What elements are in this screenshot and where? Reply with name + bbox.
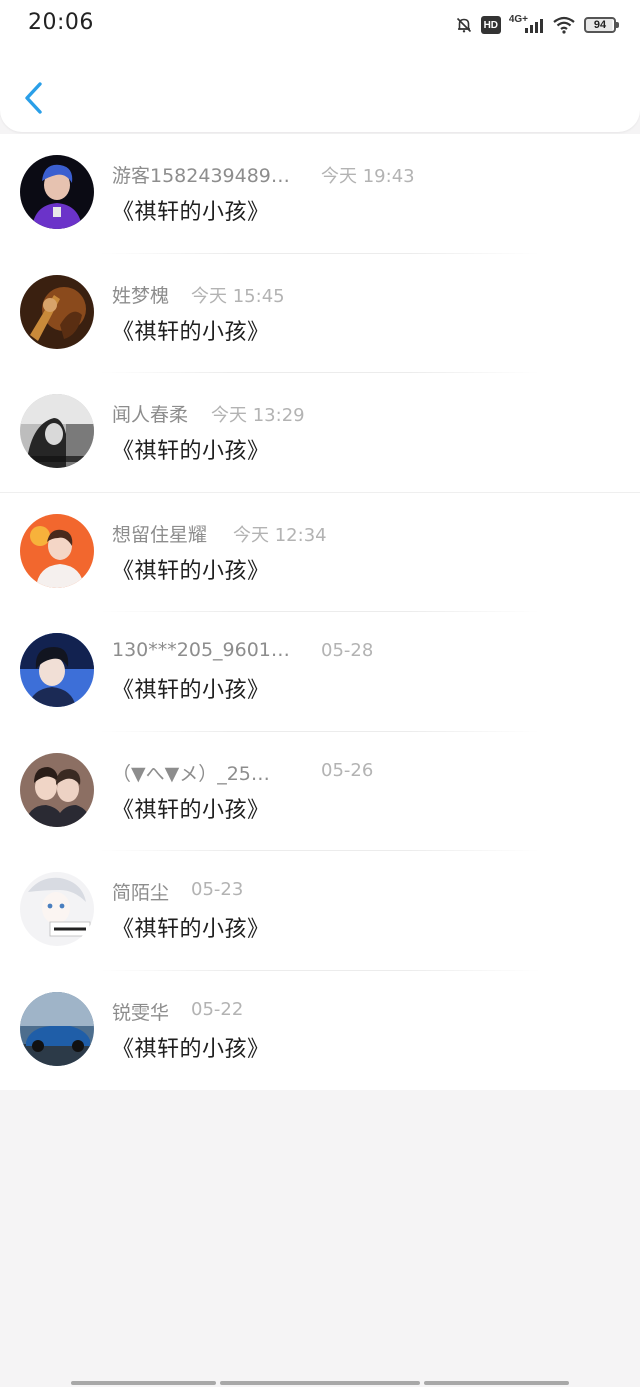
chevron-left-icon xyxy=(25,82,42,114)
list-item[interactable]: 锐雯华 05-22 《祺轩的小孩》 xyxy=(0,971,640,1091)
user-name: （▼へ▼メ）_25… xyxy=(112,762,270,785)
signal-icon: 4G+ xyxy=(508,13,544,33)
screen: 20:06 HD 4G+ 94 游客1582439489… 今天 19:43 《… xyxy=(0,0,640,1387)
back-button[interactable] xyxy=(18,78,54,118)
book-title: 《祺轩的小孩》 xyxy=(112,439,270,464)
book-title: 《祺轩的小孩》 xyxy=(112,558,270,584)
user-name: 游客1582439489… xyxy=(112,165,290,187)
list-item[interactable]: 姓梦槐 今天 15:45 《祺轩的小孩》 xyxy=(0,254,640,373)
avatar[interactable] xyxy=(20,872,94,946)
timestamp: 今天 15:45 xyxy=(191,285,285,307)
avatar[interactable] xyxy=(20,513,94,588)
timestamp: 今天 12:34 xyxy=(233,524,327,546)
timestamp: 今天 13:29 xyxy=(211,405,305,426)
list-item[interactable]: （▼へ▼メ）_25… 05-26 《祺轩的小孩》 xyxy=(0,732,640,851)
timestamp: 今天 19:43 xyxy=(321,166,415,187)
home-indicator xyxy=(71,1381,216,1385)
timestamp: 05-22 xyxy=(191,998,244,1020)
user-name: 锐雯华 xyxy=(112,1001,170,1024)
mute-bell-icon xyxy=(455,16,473,34)
book-title: 《祺轩的小孩》 xyxy=(112,678,270,703)
battery-icon: 94 xyxy=(584,17,619,33)
avatar[interactable] xyxy=(20,752,94,827)
book-title: 《祺轩的小孩》 xyxy=(112,917,270,942)
home-indicator xyxy=(424,1381,569,1385)
timestamp: 05-28 xyxy=(321,640,374,661)
wifi-icon xyxy=(552,16,576,34)
hd-icon: HD xyxy=(480,16,501,34)
user-name: 想留住星耀 xyxy=(112,523,208,546)
avatar[interactable] xyxy=(20,155,94,229)
book-title: 《祺轩的小孩》 xyxy=(112,797,270,823)
avatar[interactable] xyxy=(20,274,94,349)
avatar[interactable] xyxy=(20,991,94,1066)
list-item[interactable]: 游客1582439489… 今天 19:43 《祺轩的小孩》 xyxy=(0,134,640,254)
home-indicator xyxy=(220,1381,420,1385)
book-title: 《祺轩的小孩》 xyxy=(112,319,270,345)
timestamp: 05-26 xyxy=(321,759,374,781)
list-item[interactable]: 130***205_9601… 05-28 《祺轩的小孩》 xyxy=(0,612,640,732)
list-item[interactable]: 想留住星耀 今天 12:34 《祺轩的小孩》 xyxy=(0,493,640,612)
user-name: 简陌尘 xyxy=(112,882,170,904)
avatar[interactable] xyxy=(20,394,94,468)
list-item[interactable]: 简陌尘 05-23 《祺轩的小孩》 xyxy=(0,851,640,971)
user-name: 130***205_9601… xyxy=(112,639,290,661)
status-icons: HD 4G+ 94 xyxy=(455,12,619,38)
avatar[interactable] xyxy=(20,633,94,707)
book-title: 《祺轩的小孩》 xyxy=(112,200,270,225)
user-name: 姓梦槐 xyxy=(112,284,170,307)
network-label: 4G+ xyxy=(508,13,528,25)
timestamp: 05-23 xyxy=(191,879,244,900)
book-title: 《祺轩的小孩》 xyxy=(112,1036,270,1062)
header: 20:06 HD 4G+ 94 xyxy=(0,0,640,132)
list-item[interactable]: 闻人春柔 今天 13:29 《祺轩的小孩》 xyxy=(0,373,640,493)
history-list: 游客1582439489… 今天 19:43 《祺轩的小孩》 姓梦槐 今天 15… xyxy=(0,134,640,1090)
user-name: 闻人春柔 xyxy=(112,404,189,426)
status-time: 20:06 xyxy=(28,10,94,35)
